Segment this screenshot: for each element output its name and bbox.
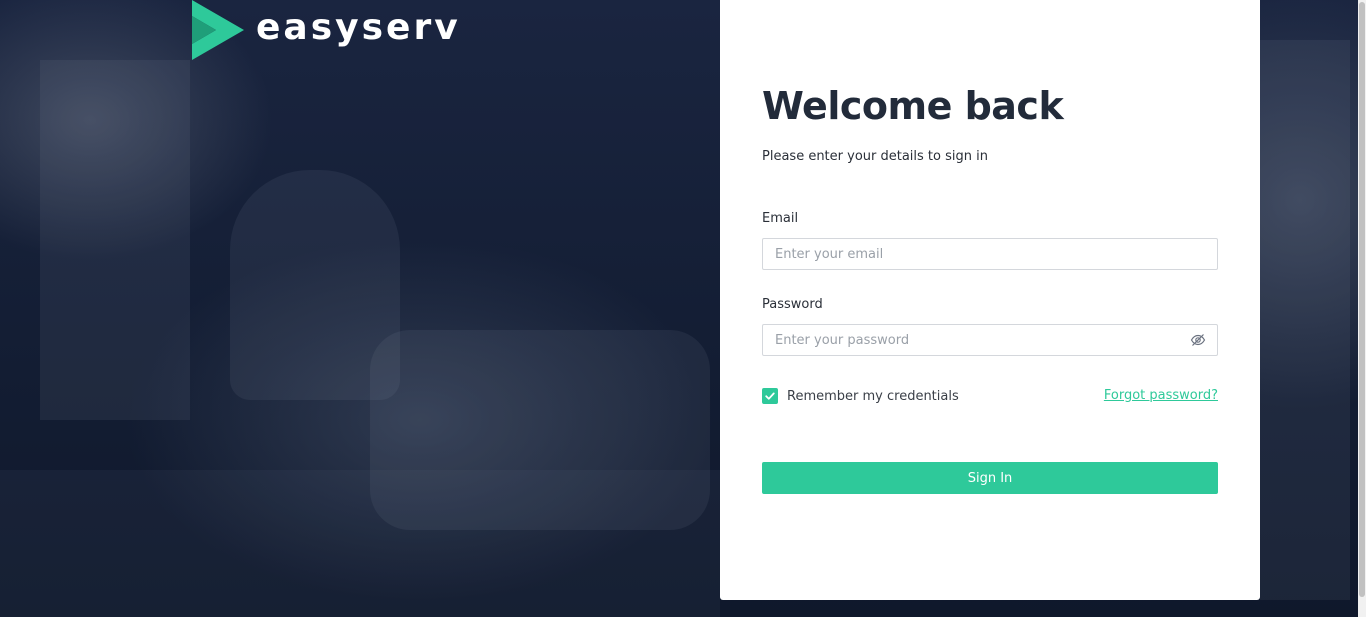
- play-chevron-logo-icon: [192, 0, 244, 60]
- brand-name: easyserv: [256, 6, 461, 48]
- forgot-password-link[interactable]: Forgot password?: [1104, 388, 1218, 403]
- checkmark-icon: [765, 392, 775, 400]
- page-title: Welcome back: [762, 84, 1064, 128]
- login-page: easyserv Welcome back Please enter your …: [0, 0, 1366, 617]
- email-label: Email: [762, 211, 799, 226]
- scrollbar-thumb[interactable]: [1359, 2, 1365, 597]
- sign-in-button[interactable]: Sign In: [762, 462, 1218, 494]
- password-label: Password: [762, 297, 823, 312]
- eye-slash-icon[interactable]: [1190, 332, 1206, 348]
- scrollbar[interactable]: [1358, 0, 1366, 617]
- password-field[interactable]: [762, 324, 1218, 356]
- brand-logo: easyserv: [190, 0, 461, 60]
- email-field[interactable]: [762, 238, 1218, 270]
- page-subtitle: Please enter your details to sign in: [762, 149, 988, 164]
- checkbox-checked-icon[interactable]: [762, 388, 778, 404]
- remember-me-checkbox[interactable]: Remember my credentials: [762, 388, 959, 404]
- remember-me-label: Remember my credentials: [787, 388, 959, 404]
- login-card: Welcome back Please enter your details t…: [720, 0, 1260, 600]
